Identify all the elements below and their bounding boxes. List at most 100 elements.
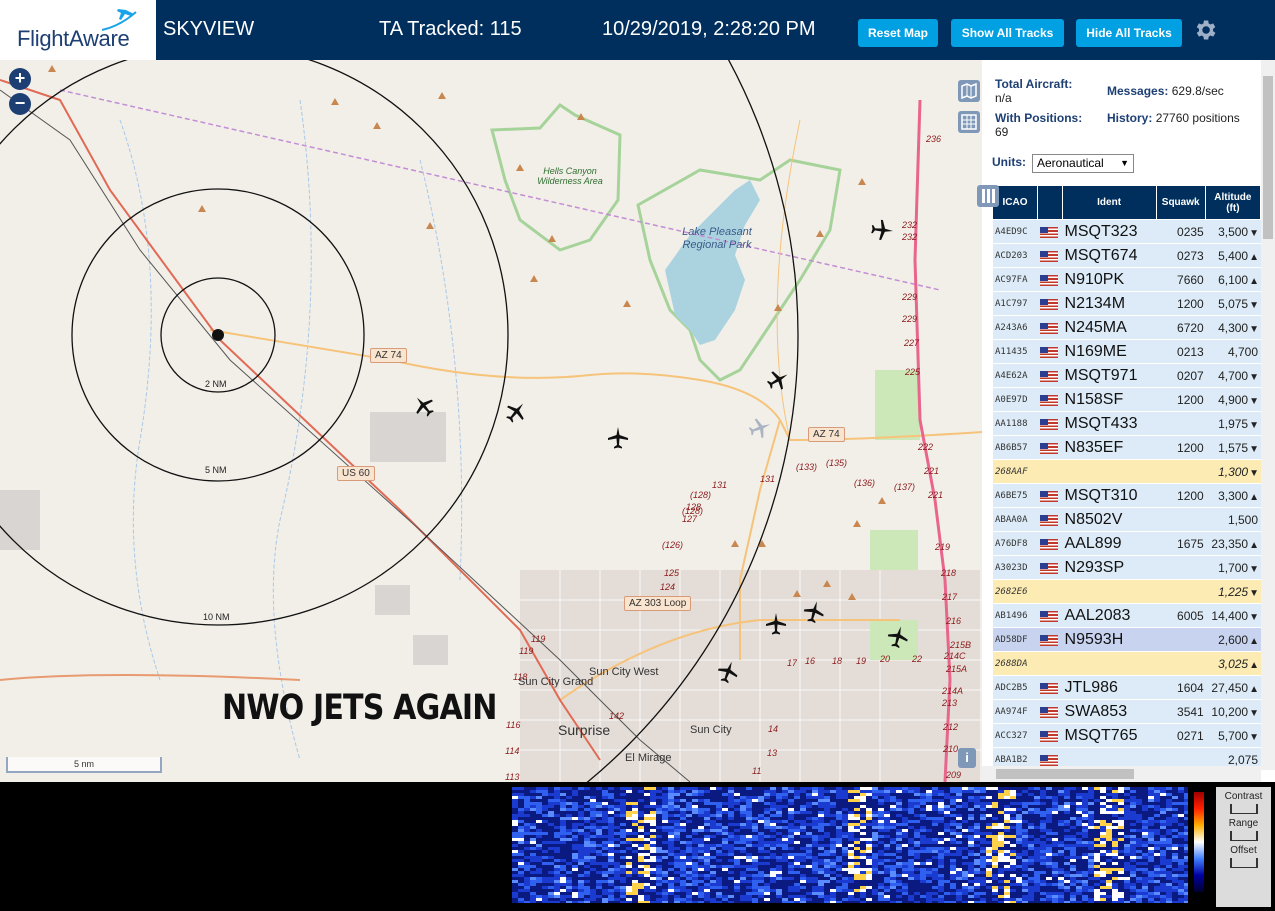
waterfall-cell (512, 847, 518, 850)
waterfall-cell (932, 787, 938, 790)
waterfall-cell (1154, 886, 1160, 889)
waterfall-cell (872, 829, 878, 832)
waterfall-cell (926, 883, 932, 886)
waterfall-cell (770, 901, 776, 903)
waterfall-cell (578, 841, 584, 844)
waterfall-cell (512, 835, 518, 838)
table-row[interactable]: ADC2B5 JTL986 1604 27,450▲ (993, 676, 1261, 699)
range-slider[interactable] (1229, 831, 1258, 841)
waterfall-cell (986, 862, 992, 865)
table-row[interactable]: A6BE75 MSQT310 1200 3,300▲ (993, 484, 1261, 507)
col-header-icao[interactable]: ICAO (993, 186, 1038, 219)
vertical-scroll-thumb[interactable] (1263, 76, 1273, 239)
waterfall-cell (974, 883, 980, 886)
col-header-ident[interactable]: Ident (1062, 186, 1157, 219)
table-row[interactable]: A243A6 N245MA 6720 4,300▼ (993, 316, 1261, 339)
contrast-slider[interactable] (1229, 804, 1258, 814)
table-row[interactable]: AB1496 AAL2083 6005 14,400▼ (993, 604, 1261, 627)
show-all-tracks-button[interactable]: Show All Tracks (951, 19, 1064, 47)
waterfall-cell (602, 895, 608, 898)
waterfall-cell (962, 808, 968, 811)
waterfall-cell (1142, 862, 1148, 865)
waterfall-cell (1082, 862, 1088, 865)
info-button[interactable]: i (958, 748, 976, 768)
waterfall-cell (686, 889, 692, 892)
waterfall-cell (890, 880, 896, 883)
offset-slider[interactable] (1229, 858, 1258, 868)
waterfall-cell (1094, 841, 1100, 844)
waterfall-cell (656, 886, 662, 889)
waterfall-cell (794, 802, 800, 805)
waterfall-cell (512, 844, 518, 847)
units-select[interactable]: Aeronautical ▼ (1032, 154, 1134, 173)
route-number: 116 (506, 720, 521, 730)
col-header-squawk[interactable]: Squawk (1156, 186, 1206, 219)
grid-overlay-button[interactable] (958, 111, 980, 133)
waterfall-cell (944, 886, 950, 889)
waterfall-cell (614, 871, 620, 874)
table-row[interactable]: A1C797 N2134M 1200 5,075▼ (993, 292, 1261, 315)
col-header-flag[interactable] (1038, 186, 1063, 219)
waterfall-cell (644, 826, 650, 829)
table-row[interactable]: A4ED9C MSQT323 0235 3,500▼ (993, 220, 1261, 243)
waterfall-cell (758, 886, 764, 889)
table-row[interactable]: A3023D N293SP 1,700▼ (993, 556, 1261, 579)
waterfall-cell (710, 901, 716, 903)
waterfall-cell (1082, 796, 1088, 799)
waterfall-cell (590, 874, 596, 877)
table-row[interactable]: AD58DF N9593H 2,600▲ (993, 628, 1261, 651)
flightaware-logo[interactable]: FlightAware (0, 0, 156, 60)
map-layers-button[interactable] (958, 80, 980, 102)
table-row[interactable]: ACC327 MSQT765 0271 5,700▼ (993, 724, 1261, 747)
waterfall-cell (734, 793, 740, 796)
table-row[interactable]: A0E97D N158SF 1200 4,900▼ (993, 388, 1261, 411)
horizontal-scroll-thumb[interactable] (996, 769, 1134, 779)
waterfall-cell (686, 805, 692, 808)
table-row[interactable]: ABAA0A N8502V 1,500 (993, 508, 1261, 531)
waterfall-cell (608, 880, 614, 883)
hide-all-tracks-button[interactable]: Hide All Tracks (1076, 19, 1182, 47)
waterfall-cell (800, 805, 806, 808)
gear-icon[interactable] (1192, 17, 1218, 43)
aircraft-icon[interactable] (869, 217, 895, 243)
table-row[interactable]: ACD203 MSQT674 0273 5,400▲ (993, 244, 1261, 267)
waterfall-cell (578, 862, 584, 865)
horizontal-scrollbar[interactable] (982, 766, 1261, 782)
table-row[interactable]: 268AAF 1,300▼ (993, 460, 1261, 483)
waterfall-cell (578, 865, 584, 868)
aircraft-icon[interactable] (606, 426, 630, 450)
zoom-out-button[interactable]: − (9, 93, 31, 115)
table-row[interactable]: A76DF8 AAL899 1675 23,350▲ (993, 532, 1261, 555)
table-row[interactable]: AC97FA N910PK 7660 6,100▲ (993, 268, 1261, 291)
zoom-in-button[interactable]: + (9, 68, 31, 90)
table-row[interactable]: AA974F SWA853 3541 10,200▼ (993, 700, 1261, 723)
col-header-altitude[interactable]: Altitude (ft) (1205, 186, 1261, 219)
waterfall-cell (674, 823, 680, 826)
table-row[interactable]: 2688DA 3,025▲ (993, 652, 1261, 675)
reset-map-button[interactable]: Reset Map (858, 19, 938, 47)
waterfall-cell (872, 832, 878, 835)
waterfall-cell (578, 844, 584, 847)
waterfall-cell (848, 886, 854, 889)
table-row[interactable]: 2682E6 1,225▼ (993, 580, 1261, 603)
waterfall-cell (674, 892, 680, 895)
waterfall-cell (1130, 856, 1136, 859)
aircraft-icon[interactable] (764, 612, 788, 636)
waterfall-cell (692, 796, 698, 799)
waterfall-cell (1022, 802, 1028, 805)
column-toggle-button[interactable] (977, 185, 999, 207)
map-view[interactable]: 2 NM 5 NM 10 NM + − i AZ 74 AZ 74 US 60 … (0, 60, 982, 782)
waterfall-cell (998, 844, 1004, 847)
waterfall-cell (596, 838, 602, 841)
waterfall-cell (632, 844, 638, 847)
waterfall-cell (776, 796, 782, 799)
table-row[interactable]: A4E62A MSQT971 0207 4,700▼ (993, 364, 1261, 387)
table-row[interactable]: AA1188 MSQT433 1,975▼ (993, 412, 1261, 435)
vertical-scrollbar[interactable] (1261, 60, 1275, 770)
waterfall-cell (1118, 859, 1124, 862)
table-row[interactable]: AB6B57 N835EF 1200 1,575▼ (993, 436, 1261, 459)
waterfall-cell (572, 880, 578, 883)
waterfall-cell (662, 844, 668, 847)
table-row[interactable]: A11435 N169ME 0213 4,700 (993, 340, 1261, 363)
waterfall-cell (980, 802, 986, 805)
